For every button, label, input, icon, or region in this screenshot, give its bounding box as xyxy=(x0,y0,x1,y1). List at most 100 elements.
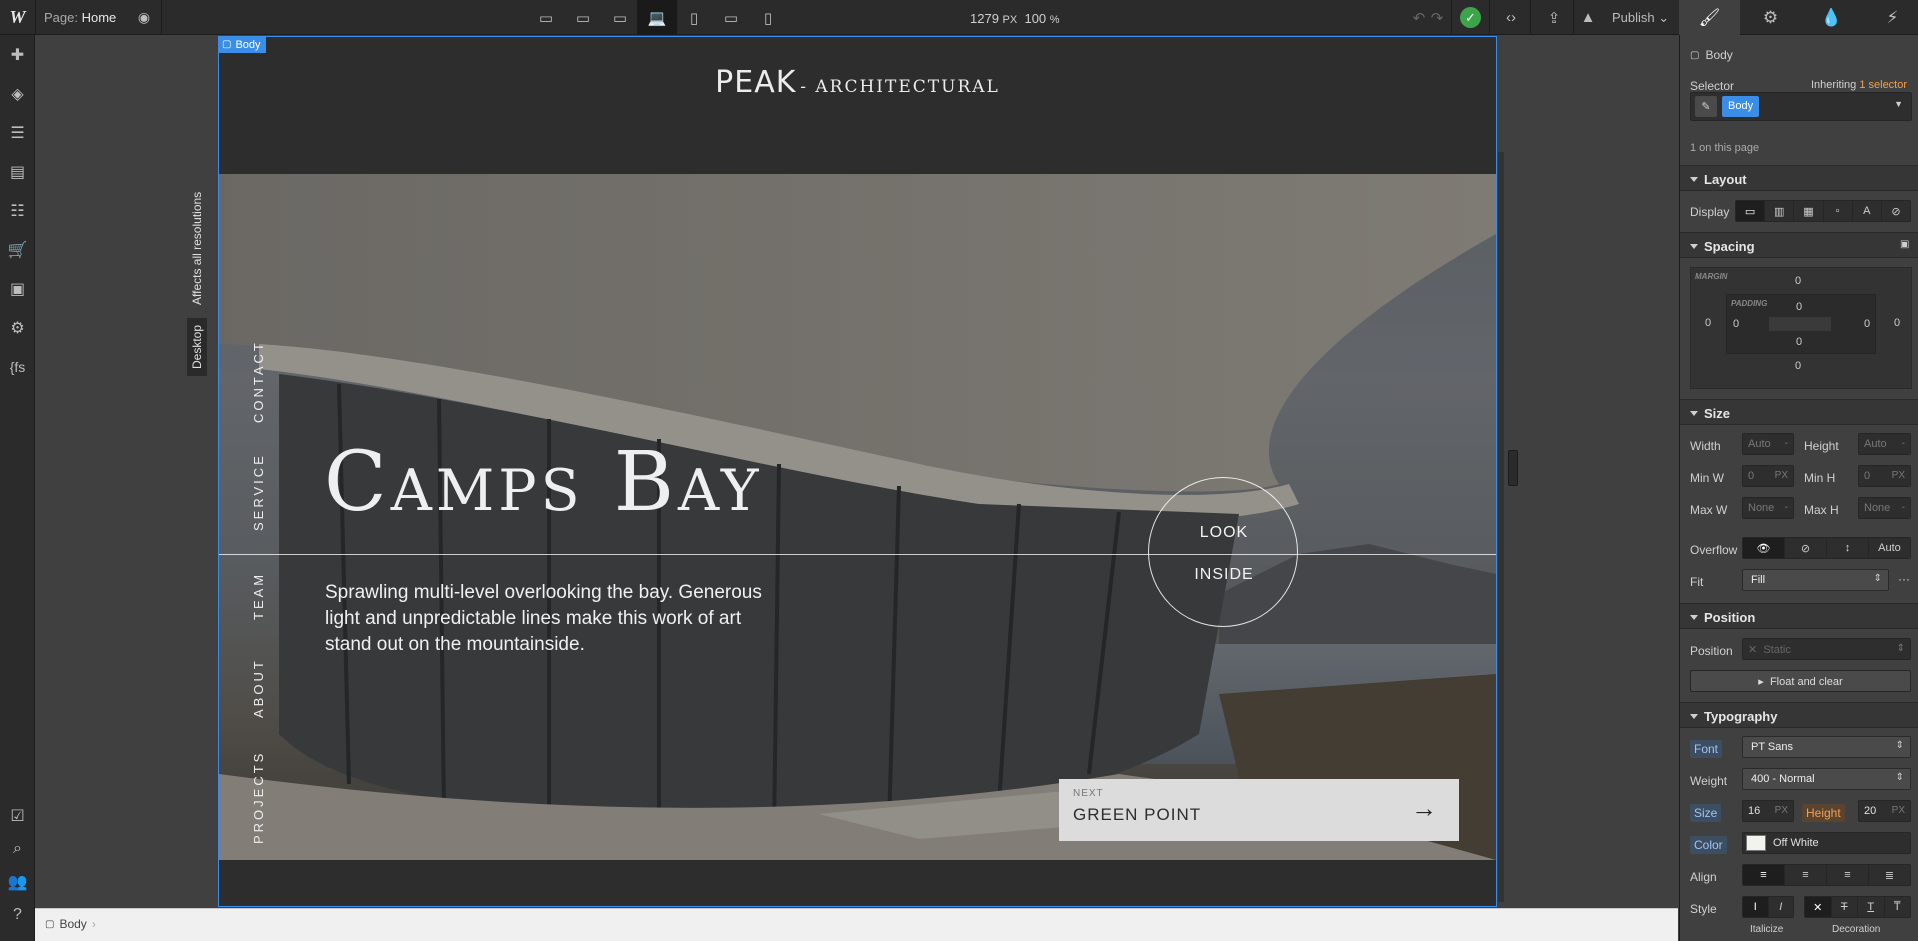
nav-link-contact[interactable]: CONTACT xyxy=(251,340,266,423)
search-icon[interactable]: ⌕ xyxy=(0,834,35,864)
breakpoint-desktop-xl-icon[interactable]: ▭ xyxy=(526,0,566,35)
page-frame[interactable]: PEAK - ARCHITECTURAL PROJECTS ABOUT TEAM… xyxy=(218,36,1497,907)
hero-title[interactable]: Camps Bay xyxy=(324,442,762,524)
symbols-cube-icon[interactable]: ◈ xyxy=(0,79,35,109)
ecommerce-cart-icon[interactable]: 🛒 xyxy=(0,235,35,265)
overflow-scroll-icon[interactable]: ↕ xyxy=(1827,538,1869,558)
color-swatch[interactable] xyxy=(1746,835,1766,851)
page-selector[interactable]: Page: Home xyxy=(44,10,116,25)
font-select[interactable]: PT Sans ⇕ xyxy=(1742,736,1911,758)
display-inline-icon[interactable]: A xyxy=(1853,201,1882,221)
navigator-icon[interactable]: ☰ xyxy=(0,118,35,148)
finsweet-fs-icon[interactable]: {fs xyxy=(0,352,35,382)
typography-section-header[interactable]: Typography xyxy=(1680,702,1918,728)
layout-section-header[interactable]: Layout xyxy=(1680,165,1918,191)
color-field[interactable]: Off White xyxy=(1742,832,1911,854)
line-height-field[interactable]: 20 PX xyxy=(1858,800,1911,822)
assets-images-icon[interactable]: ▣ xyxy=(0,274,35,304)
pages-icon[interactable]: ▤ xyxy=(0,157,35,187)
hero-description[interactable]: Sprawling multi-level overlooking the ba… xyxy=(325,580,765,658)
display-none-icon[interactable]: ⊘ xyxy=(1882,201,1910,221)
style-manager-drops-icon[interactable]: 💧 xyxy=(1801,0,1862,35)
help-icon[interactable]: ? xyxy=(0,900,35,930)
display-flex-icon[interactable]: ▥ xyxy=(1765,201,1795,221)
align-right-icon[interactable]: ≡ xyxy=(1827,865,1869,885)
users-icon[interactable]: 👥 xyxy=(0,867,35,897)
weight-select[interactable]: 400 - Normal ⇕ xyxy=(1742,768,1911,790)
share-icon[interactable]: ⇪ xyxy=(1539,0,1569,35)
overflow-hidden-icon[interactable]: ⊘ xyxy=(1785,538,1827,558)
style-brush-icon[interactable]: 🖌 xyxy=(1679,0,1740,35)
site-brand[interactable]: PEAK - ARCHITECTURAL xyxy=(219,65,1496,100)
breadcrumb-item-body[interactable]: ▢ Body › xyxy=(45,917,96,931)
decoration-none-icon[interactable]: ✕ xyxy=(1805,897,1832,917)
redo-icon[interactable]: ↷ xyxy=(1422,0,1452,35)
breakpoint-mobile-icon[interactable]: ▯ xyxy=(748,0,788,35)
width-field[interactable]: Auto - xyxy=(1742,433,1794,455)
inheriting-info[interactable]: Inheriting 1 selector xyxy=(1811,79,1907,91)
padding-right[interactable]: 0 xyxy=(1864,318,1870,330)
margin-left[interactable]: 0 xyxy=(1705,317,1711,329)
breakpoint-desktop-m-icon[interactable]: ▭ xyxy=(600,0,640,35)
look-inside-button[interactable]: LOOK INSIDE xyxy=(1148,477,1298,627)
margin-bottom[interactable]: 0 xyxy=(1795,360,1801,372)
fit-select[interactable]: Fill ⇕ xyxy=(1742,569,1889,591)
webflow-logo-icon[interactable]: W xyxy=(0,0,35,35)
breakpoint-tablet-icon[interactable]: ▯ xyxy=(674,0,714,35)
height-field[interactable]: Auto - xyxy=(1858,433,1911,455)
breakpoint-desktop-l-icon[interactable]: ▭ xyxy=(563,0,603,35)
breakpoint-tablet-landscape-icon[interactable]: ▭ xyxy=(711,0,751,35)
code-export-icon[interactable]: ‹› xyxy=(1496,0,1526,35)
more-options-icon[interactable]: ··· xyxy=(1898,572,1910,586)
breakpoint-desktop-icon[interactable]: 💻 xyxy=(637,0,677,35)
cms-database-icon[interactable]: ☷ xyxy=(0,196,35,226)
spacing-toggle-icon[interactable]: ▣ xyxy=(1900,239,1909,250)
interactions-bolt-icon[interactable]: ⚡ xyxy=(1862,0,1918,35)
margin-right[interactable]: 0 xyxy=(1894,317,1900,329)
margin-top[interactable]: 0 xyxy=(1795,275,1801,287)
selector-field[interactable]: ✎ Body ▼ xyxy=(1690,92,1912,121)
preview-eye-icon[interactable]: ◉ xyxy=(130,3,158,31)
padding-left[interactable]: 0 xyxy=(1733,318,1739,330)
size-section-header[interactable]: Size xyxy=(1680,399,1918,425)
strikethrough-icon[interactable]: T xyxy=(1832,897,1858,917)
padding-bottom[interactable]: 0 xyxy=(1796,336,1802,348)
max-width-field[interactable]: None - xyxy=(1742,497,1794,519)
padding-top[interactable]: 0 xyxy=(1796,301,1802,313)
settings-gear-icon[interactable]: ⚙ xyxy=(1740,0,1801,35)
selector-edit-icon[interactable]: ✎ xyxy=(1695,96,1717,117)
max-height-field[interactable]: None - xyxy=(1858,497,1911,519)
nav-link-projects[interactable]: PROJECTS xyxy=(251,751,266,844)
italic-style-icon[interactable]: I xyxy=(1769,897,1794,917)
spacing-section-header[interactable]: Spacing xyxy=(1680,232,1918,258)
align-left-icon[interactable]: ≡ xyxy=(1743,865,1785,885)
align-justify-icon[interactable]: ≣ xyxy=(1869,865,1910,885)
display-block-icon[interactable]: ▭ xyxy=(1736,201,1766,221)
project-settings-gear-icon[interactable]: ⚙ xyxy=(0,313,35,343)
align-center-icon[interactable]: ≡ xyxy=(1785,865,1827,885)
canvas-resize-handle[interactable] xyxy=(1508,450,1518,486)
selector-chip[interactable]: Body xyxy=(1722,96,1760,117)
display-inline-block-icon[interactable]: ▫ xyxy=(1824,201,1853,221)
min-width-field[interactable]: 0 PX xyxy=(1742,465,1794,487)
font-size-field[interactable]: 16 PX xyxy=(1742,800,1794,822)
nav-link-about[interactable]: ABOUT xyxy=(251,658,266,718)
canvas-scrollbar[interactable] xyxy=(1498,152,1504,902)
selected-element-tag[interactable]: ▢ Body xyxy=(218,36,266,53)
nav-link-service[interactable]: SERVICE xyxy=(251,453,266,531)
tasks-check-icon[interactable]: ☑ xyxy=(0,801,35,831)
nav-link-team[interactable]: TEAM xyxy=(251,572,266,620)
overflow-auto-button[interactable]: Auto xyxy=(1869,538,1910,558)
display-grid-icon[interactable]: ▦ xyxy=(1794,201,1824,221)
position-section-header[interactable]: Position xyxy=(1680,603,1918,629)
selector-dropdown-icon[interactable]: ▼ xyxy=(1894,99,1903,109)
overflow-visible-eye-icon[interactable]: 👁 xyxy=(1743,538,1785,558)
min-height-field[interactable]: 0 PX xyxy=(1858,465,1911,487)
position-select[interactable]: ✕ Static ⇕ xyxy=(1742,638,1911,660)
float-and-clear-toggle[interactable]: ▸ Float and clear xyxy=(1690,670,1911,692)
underline-icon[interactable]: T xyxy=(1858,897,1885,917)
add-panel-icon[interactable]: ✚ xyxy=(0,40,35,70)
normal-style-icon[interactable]: I xyxy=(1743,897,1769,917)
next-project-card[interactable]: NEXT GREEN POINT → xyxy=(1059,779,1459,841)
overline-icon[interactable]: T̅ xyxy=(1885,897,1911,917)
